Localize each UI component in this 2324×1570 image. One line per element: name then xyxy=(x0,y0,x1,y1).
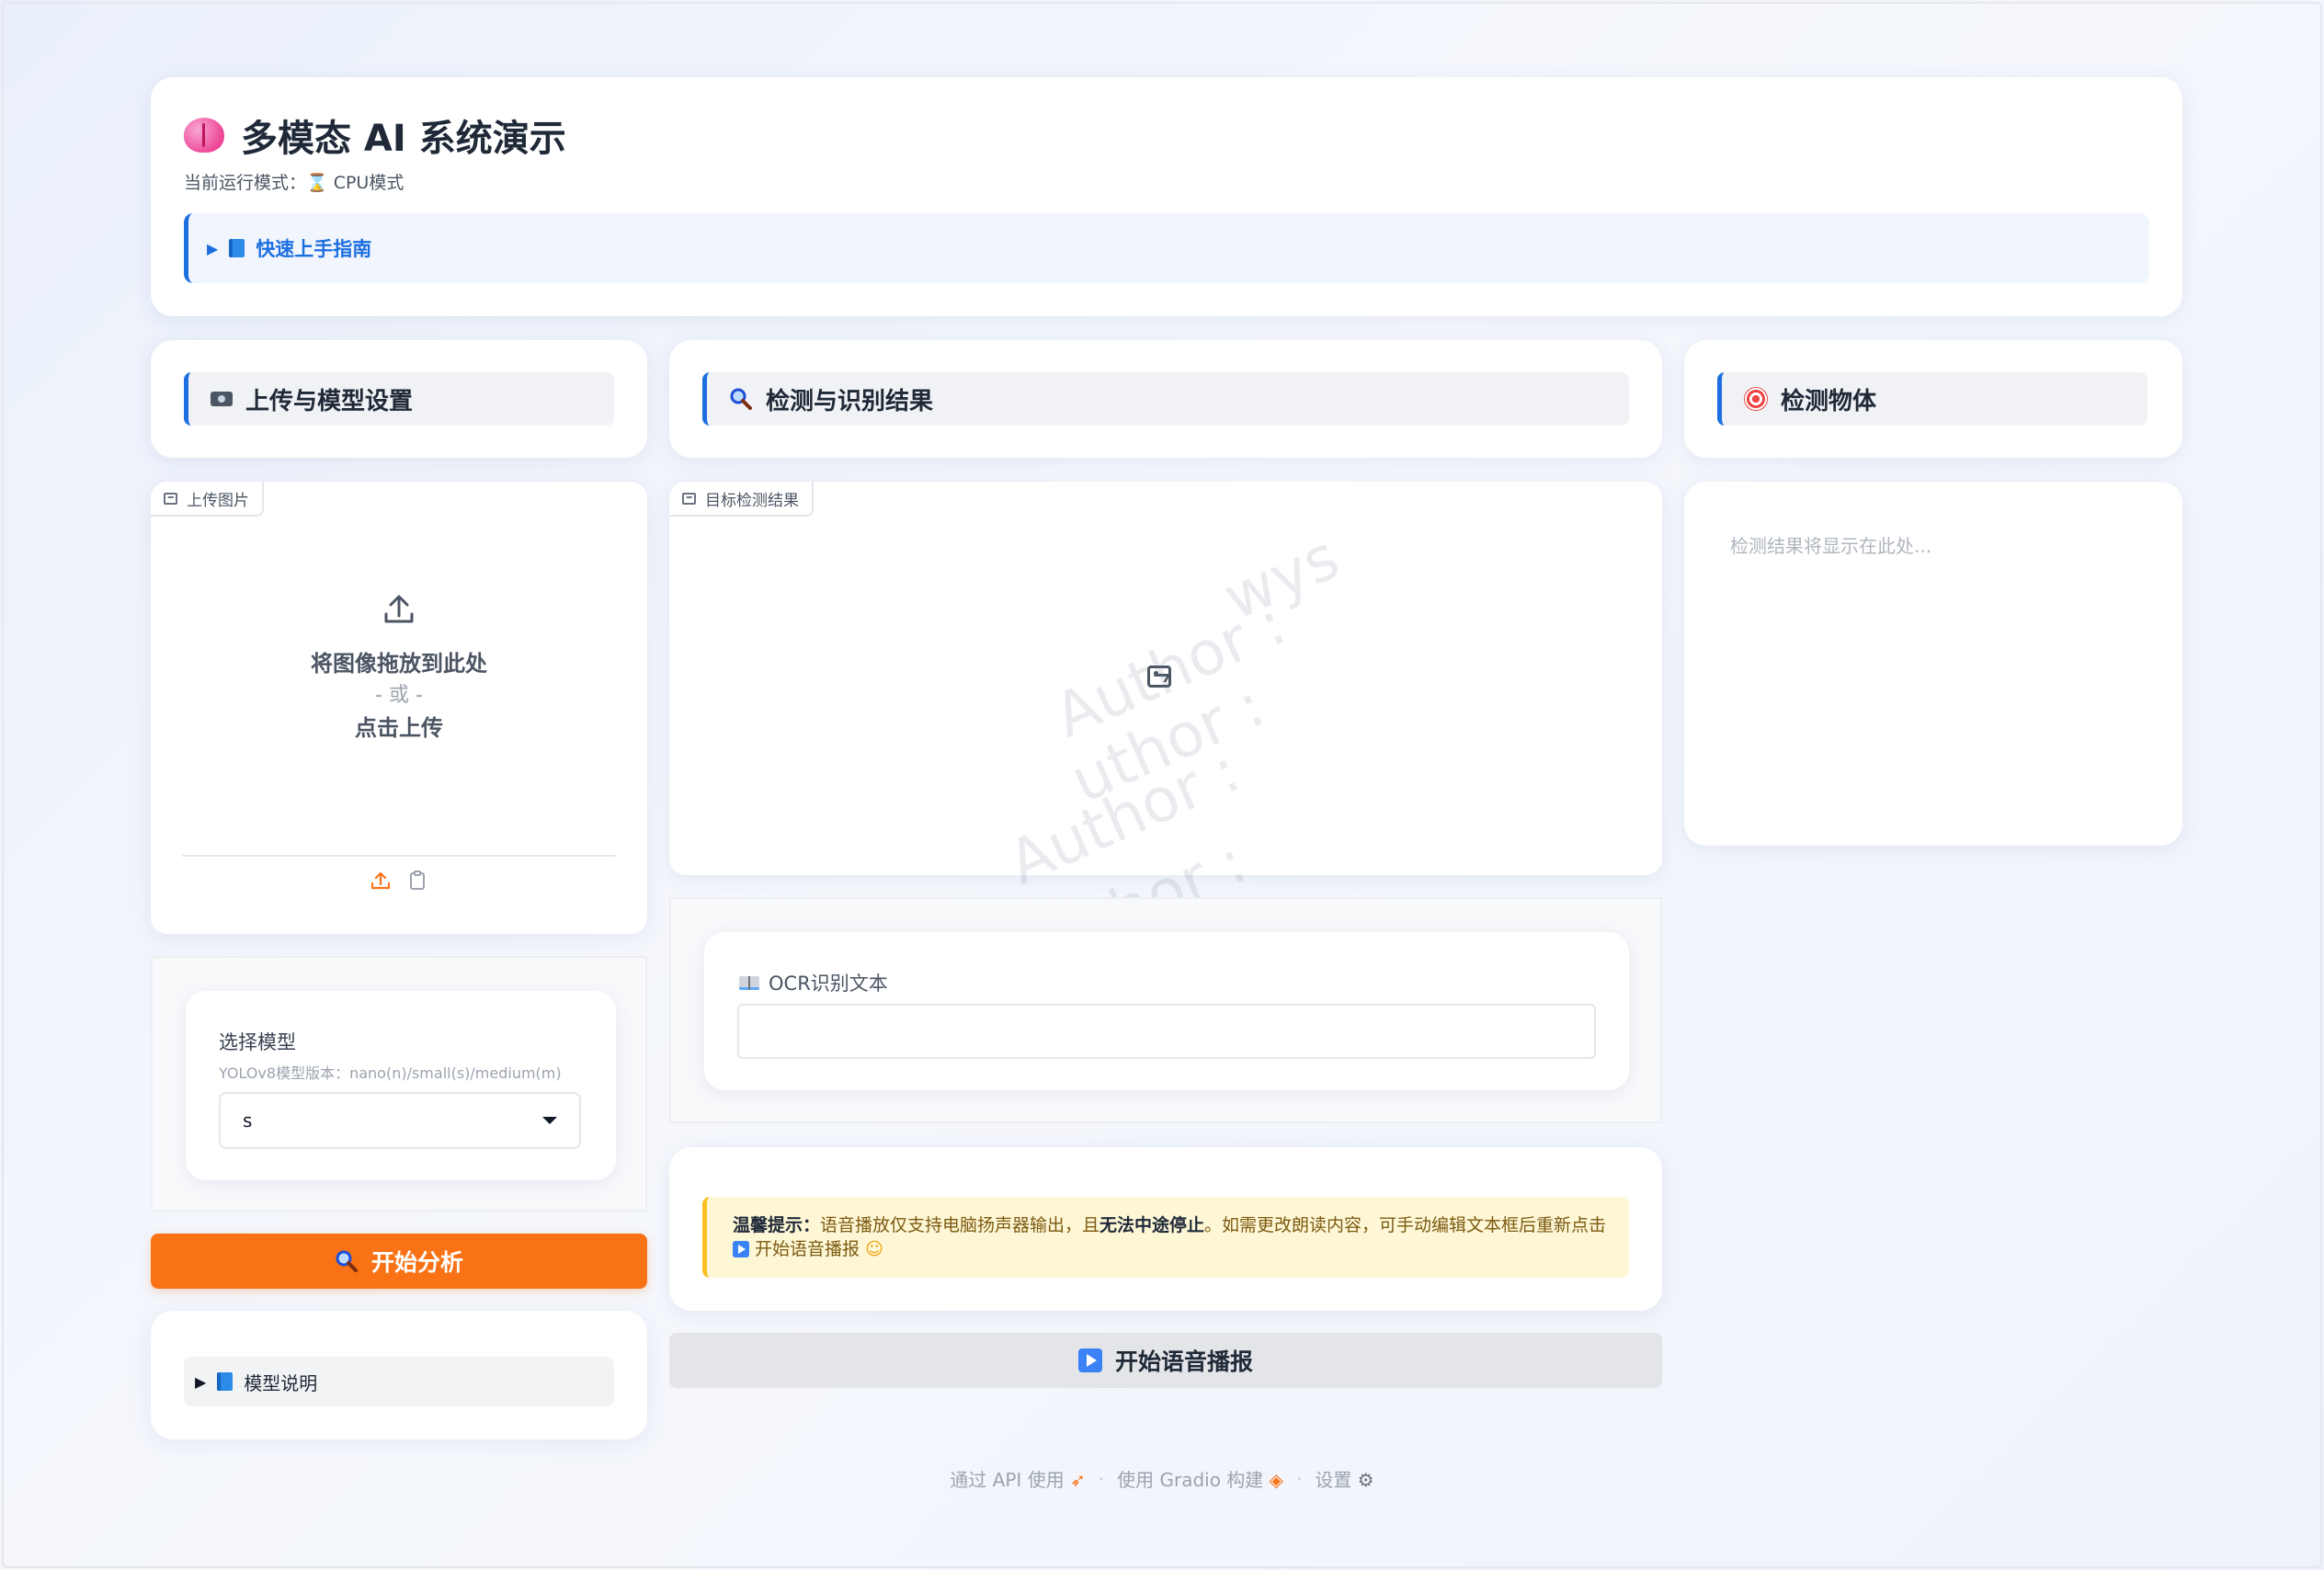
upload-image-panel[interactable]: 上传图片 将图像拖放到此处 - 或 - 点击上传 xyxy=(151,482,647,934)
rocket-icon: ➶ xyxy=(1070,1469,1086,1491)
expand-triangle-icon: ▶ xyxy=(207,239,219,257)
expand-triangle-icon: ▶ xyxy=(195,1372,207,1391)
detection-panel-label-text: 目标检测结果 xyxy=(705,491,799,510)
start-speech-label: 开始语音播报 xyxy=(1114,1348,1253,1375)
model-desc-label: 模型说明 xyxy=(244,1371,318,1394)
chevron-down-icon xyxy=(542,1117,557,1124)
footer: 通过 API 使用 ➶ · 使用 Gradio 构建 ◈ · 设置 ⚙ xyxy=(0,1465,2324,1492)
upload-section-header: 上传与模型设置 xyxy=(184,372,614,426)
objects-section-title: 检测物体 xyxy=(1781,387,1877,415)
ocr-label: OCR识别文本 xyxy=(739,969,888,996)
footer-settings-link[interactable]: 设置 ⚙ xyxy=(1315,1465,1373,1492)
tip-text: 开始语音播报 xyxy=(755,1239,860,1259)
tip-text: 语音播放仅支持电脑扬声器输出，且 xyxy=(820,1215,1100,1235)
detection-result-panel: 目标检测结果 xyxy=(669,482,1662,875)
detection-panel-label: 目标检测结果 xyxy=(669,482,814,517)
target-icon xyxy=(1744,387,1768,411)
run-mode-text: 当前运行模式：⌛ CPU模式 xyxy=(184,173,404,193)
book-icon xyxy=(229,239,245,257)
footer-api-text: 通过 API 使用 xyxy=(950,1469,1065,1491)
play-icon xyxy=(1077,1348,1102,1372)
model-desc-accordion[interactable]: ▶ 模型说明 xyxy=(184,1357,614,1406)
quick-guide-label: 快速上手指南 xyxy=(256,238,372,260)
model-select-info: YOLOv8模型版本：nano(n)/small(s)/medium(m) xyxy=(219,1064,562,1082)
image-placeholder-icon xyxy=(1147,666,1171,688)
page-title: 多模态 AI 系统演示 xyxy=(184,108,566,162)
model-select-container: 选择模型 YOLOv8模型版本：nano(n)/small(s)/medium(… xyxy=(151,956,647,1212)
ocr-card: OCR识别文本 xyxy=(704,932,1629,1090)
gear-icon: ⚙ xyxy=(1357,1469,1374,1491)
quick-guide-accordion[interactable]: ▶ 快速上手指南 xyxy=(184,213,2149,283)
image-icon xyxy=(682,492,696,505)
book-icon xyxy=(217,1372,234,1391)
start-analysis-button[interactable]: 开始分析 xyxy=(151,1234,647,1289)
footer-separator: · xyxy=(1296,1467,1303,1490)
footer-gradio-link[interactable]: 使用 Gradio 构建 ◈ xyxy=(1117,1465,1283,1492)
magnifier-icon xyxy=(336,1250,358,1272)
gradio-logo-icon: ◈ xyxy=(1269,1469,1284,1491)
image-icon xyxy=(164,492,177,505)
play-icon xyxy=(733,1241,749,1257)
ocr-container: OCR识别文本 xyxy=(669,897,1662,1123)
results-section-header: 检测与识别结果 xyxy=(702,372,1629,426)
model-dropdown[interactable]: s xyxy=(219,1092,581,1149)
footer-api-link[interactable]: 通过 API 使用 ➶ xyxy=(950,1465,1085,1492)
footer-gradio-text: 使用 Gradio 构建 xyxy=(1117,1469,1264,1491)
tip-prefix: 温馨提示： xyxy=(733,1215,821,1235)
ocr-label-text: OCR识别文本 xyxy=(769,973,888,995)
start-analysis-label: 开始分析 xyxy=(370,1249,463,1276)
drop-text: 将图像拖放到此处 xyxy=(311,651,487,677)
upload-panel-label-text: 上传图片 xyxy=(187,491,249,510)
model-desc-card: ▶ 模型说明 xyxy=(151,1311,647,1439)
brain-icon xyxy=(184,118,224,153)
magnifier-icon xyxy=(730,388,752,410)
tip-text: 。如需更改朗读内容，可手动编辑文本框后重新点击 xyxy=(1204,1215,1607,1235)
smile-face-icon: ☺ xyxy=(865,1239,883,1259)
or-text: - 或 - xyxy=(375,684,423,707)
footer-separator: · xyxy=(1098,1467,1105,1490)
tip-card: 温馨提示：语音播放仅支持电脑扬声器输出，且无法中途停止。如需更改朗读内容，可手动… xyxy=(669,1147,1662,1311)
page-title-text: 多模态 AI 系统演示 xyxy=(241,118,566,160)
upload-divider xyxy=(182,855,616,857)
camera-icon xyxy=(211,392,233,406)
footer-settings-text: 设置 xyxy=(1315,1469,1352,1491)
ocr-text-field[interactable] xyxy=(737,1004,1596,1059)
upload-panel-label: 上传图片 xyxy=(151,482,264,517)
tip-box: 温馨提示：语音播放仅支持电脑扬声器输出，且无法中途停止。如需更改朗读内容，可手动… xyxy=(702,1197,1629,1278)
results-section-title: 检测与识别结果 xyxy=(766,387,934,415)
upload-arrow-icon xyxy=(384,595,414,623)
objects-section-header: 检测物体 xyxy=(1717,372,2147,426)
tip-emphasis: 无法中途停止 xyxy=(1099,1215,1205,1235)
objects-result-card: 检测结果将显示在此处... xyxy=(1684,482,2182,846)
clipboard-icon[interactable] xyxy=(406,870,428,892)
model-select-card: 选择模型 YOLOv8模型版本：nano(n)/small(s)/medium(… xyxy=(186,991,616,1180)
start-speech-button[interactable]: 开始语音播报 xyxy=(669,1333,1662,1388)
open-book-icon xyxy=(739,975,759,990)
upload-icon[interactable] xyxy=(370,870,392,892)
upload-section-title: 上传与模型设置 xyxy=(245,387,414,415)
upload-toolbar xyxy=(151,870,647,892)
model-dropdown-value: s xyxy=(243,1109,253,1132)
objects-placeholder-text: 检测结果将显示在此处... xyxy=(1730,535,1932,557)
model-select-label: 选择模型 xyxy=(219,1031,296,1053)
upload-dropzone[interactable]: 将图像拖放到此处 - 或 - 点击上传 xyxy=(151,592,647,745)
click-upload-text: 点击上传 xyxy=(355,715,443,741)
